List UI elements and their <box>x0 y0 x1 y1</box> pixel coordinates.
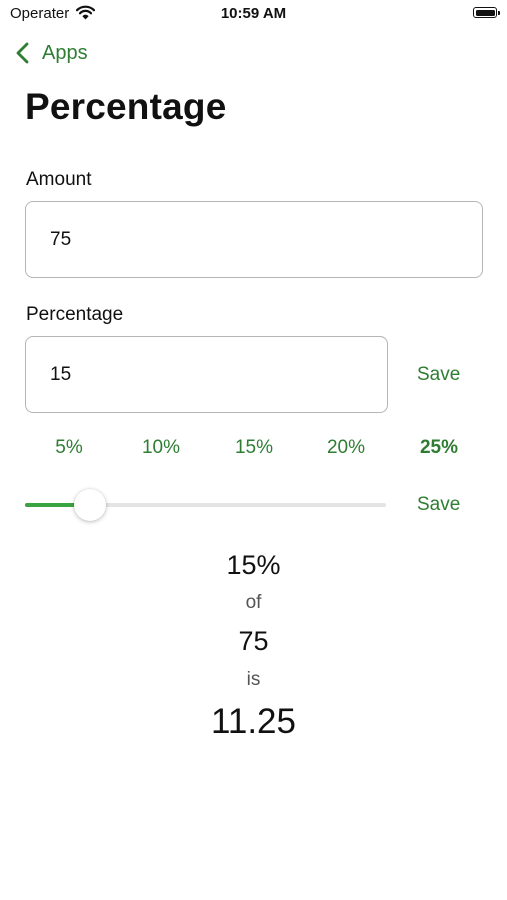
percentage-field[interactable]: 15 <box>25 336 388 413</box>
slider-save-button[interactable]: Save <box>417 494 460 516</box>
preset-row: 5% 10% 15% 20% 25% <box>25 437 485 463</box>
preset-25-button[interactable]: 25% <box>420 437 458 459</box>
battery-icon <box>473 7 500 18</box>
percentage-slider[interactable] <box>25 489 386 521</box>
page-title: Percentage <box>25 86 227 127</box>
preset-15-button[interactable]: 15% <box>235 437 273 459</box>
result-is-label: is <box>246 669 261 690</box>
result-of-label: of <box>245 592 262 613</box>
preset-10-button[interactable]: 10% <box>142 437 180 459</box>
back-button[interactable]: Apps <box>14 38 88 68</box>
result-amount: 75 <box>238 626 269 656</box>
back-label: Apps <box>42 41 88 64</box>
chevron-left-icon <box>14 42 34 64</box>
percentage-save-button[interactable]: Save <box>417 364 460 386</box>
preset-20-button[interactable]: 20% <box>327 437 365 459</box>
amount-label: Amount <box>26 169 92 190</box>
slider-thumb[interactable] <box>74 489 106 521</box>
percentage-label: Percentage <box>26 304 124 325</box>
amount-field-value: 75 <box>50 228 72 250</box>
preset-5-button[interactable]: 5% <box>55 437 82 459</box>
result-answer: 11.25 <box>211 702 296 741</box>
result-percent: 15% <box>226 550 281 580</box>
clock: 10:59 AM <box>220 5 287 22</box>
amount-field[interactable]: 75 <box>25 201 483 278</box>
status-bar: Operater 10:59 AM <box>0 0 507 30</box>
percentage-field-value: 15 <box>50 363 72 385</box>
